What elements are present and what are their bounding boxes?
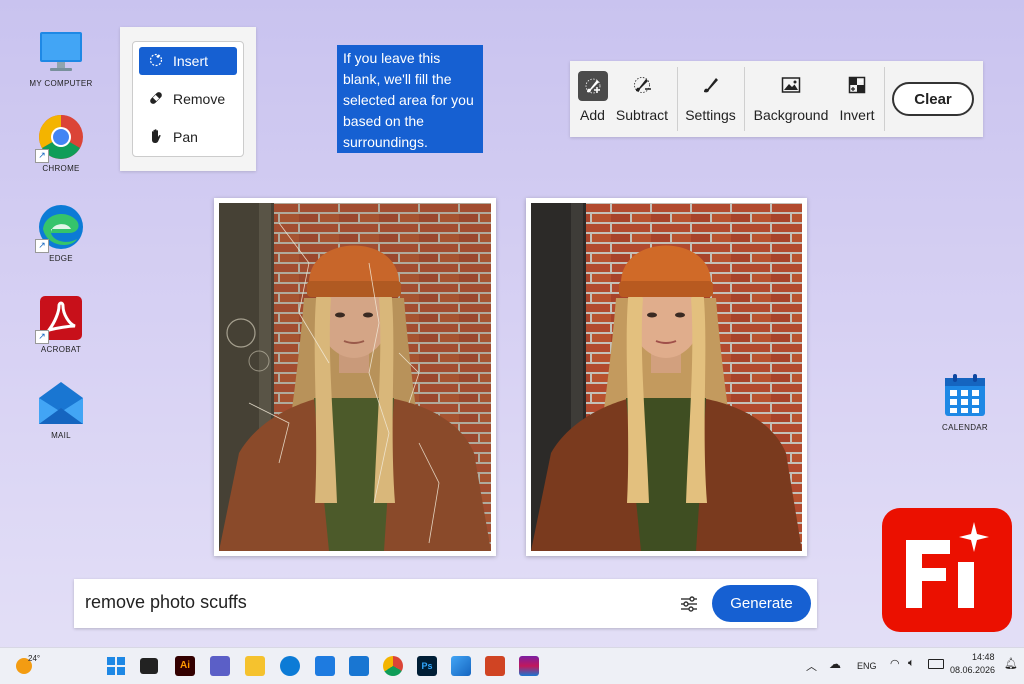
clock-time[interactable]: 14:48 bbox=[972, 652, 995, 662]
edge-icon: ↗ bbox=[35, 203, 85, 253]
teams-icon[interactable] bbox=[210, 656, 230, 676]
toolbar-divider bbox=[677, 67, 678, 131]
volume-icon[interactable]: 🔈︎ bbox=[908, 657, 915, 670]
selection-toolbar: Add Subtract Settings Background Invert … bbox=[570, 61, 983, 137]
invert-selection-button[interactable]: Invert bbox=[836, 71, 878, 123]
desktop-icon-label: MAIL bbox=[51, 431, 71, 440]
tool-label: Remove bbox=[173, 91, 226, 107]
powerpoint-icon[interactable] bbox=[485, 656, 505, 676]
desktop-icon-edge[interactable]: ↗ EDGE bbox=[21, 203, 101, 263]
prompt-input[interactable]: remove photo scuffs bbox=[85, 592, 247, 613]
desktop-icon-my-computer[interactable]: MY COMPUTER bbox=[21, 28, 101, 88]
clear-button[interactable]: Clear bbox=[892, 82, 974, 116]
photos-icon[interactable] bbox=[451, 656, 471, 676]
shortcut-arrow-icon: ↗ bbox=[35, 149, 49, 163]
acrobat-icon: ↗ bbox=[35, 294, 85, 344]
chevron-up-icon[interactable]: ︿ bbox=[806, 658, 817, 674]
brush-plus-icon bbox=[577, 71, 608, 101]
image-icon bbox=[781, 76, 801, 97]
lasso-plus-icon bbox=[147, 53, 165, 70]
desktop-icon-acrobat[interactable]: ↗ ACROBAT bbox=[21, 294, 101, 354]
desktop-icon-label: CALENDAR bbox=[942, 423, 988, 432]
add-selection-button[interactable]: Add bbox=[577, 71, 608, 123]
weather-widget[interactable]: 24° bbox=[16, 654, 46, 678]
desktop-icon-label: ACROBAT bbox=[40, 345, 82, 354]
background-label: Background bbox=[753, 107, 829, 123]
settings-button[interactable]: Settings bbox=[683, 71, 738, 123]
winrar-icon[interactable] bbox=[519, 656, 539, 676]
prompt-bar: remove photo scuffs Generate bbox=[74, 579, 817, 628]
clock-date[interactable]: 08.06.2026 bbox=[950, 665, 995, 675]
mail-icon bbox=[37, 380, 85, 428]
subtract-label: Subtract bbox=[615, 107, 669, 123]
taskbar: 24° Ai Ps ︿ ☁ ENG ◠ 🔈︎ 14:48 08.06.2026 … bbox=[0, 647, 1024, 684]
desktop-icon-label: EDGE bbox=[49, 254, 73, 263]
windows-icon bbox=[107, 657, 125, 675]
invert-label: Invert bbox=[839, 107, 875, 123]
selection-tools-panel: Insert Remove Pan bbox=[120, 27, 256, 171]
file-explorer-icon[interactable] bbox=[245, 656, 265, 676]
sliders-icon[interactable] bbox=[679, 594, 699, 614]
select-background-button[interactable]: Background bbox=[751, 71, 831, 123]
photoshop-icon[interactable]: Ps bbox=[417, 656, 437, 676]
desktop-icon-calendar[interactable]: CALENDAR bbox=[925, 372, 1005, 432]
generate-button[interactable]: Generate bbox=[712, 585, 811, 622]
remove-tool-button[interactable]: Remove bbox=[139, 85, 237, 113]
chrome-taskbar-icon[interactable] bbox=[383, 656, 403, 676]
shortcut-arrow-icon: ↗ bbox=[35, 239, 49, 253]
subtract-selection-button[interactable]: Subtract bbox=[614, 71, 670, 123]
desktop-icon-mail[interactable]: MAIL bbox=[21, 380, 101, 440]
toolbar-divider bbox=[884, 67, 885, 131]
tool-label: Pan bbox=[173, 129, 198, 145]
pan-tool-button[interactable]: Pan bbox=[139, 123, 237, 151]
calendar-icon bbox=[941, 372, 989, 420]
task-view-icon[interactable] bbox=[140, 658, 158, 674]
firefly-logo bbox=[882, 508, 1012, 632]
desktop-icon-label: CHROME bbox=[42, 164, 80, 173]
desktop-icon-chrome[interactable]: ↗ CHROME bbox=[21, 113, 101, 173]
notification-bell-icon[interactable]: 🔔︎ bbox=[1004, 657, 1018, 670]
original-photo[interactable] bbox=[219, 203, 491, 551]
restored-photo-frame bbox=[526, 198, 807, 556]
cloud-sync-icon[interactable]: ☁ bbox=[829, 657, 841, 671]
bandage-icon bbox=[147, 90, 165, 109]
wifi-icon[interactable]: ◠ bbox=[890, 657, 900, 670]
illustrator-icon[interactable]: Ai bbox=[175, 656, 195, 676]
battery-icon[interactable] bbox=[928, 659, 944, 669]
chrome-icon: ↗ bbox=[35, 113, 85, 163]
weather-temp: 24° bbox=[28, 654, 41, 663]
invert-icon bbox=[848, 76, 866, 97]
toolbar-divider bbox=[744, 67, 745, 131]
insert-tool-button[interactable]: Insert bbox=[139, 47, 237, 75]
restored-photo[interactable] bbox=[531, 203, 802, 551]
add-label: Add bbox=[580, 107, 605, 123]
monitor-icon bbox=[37, 28, 85, 76]
mail-taskbar-icon[interactable] bbox=[349, 656, 369, 676]
start-button[interactable] bbox=[106, 656, 126, 676]
settings-label: Settings bbox=[685, 107, 736, 123]
generate-hint-tooltip: If you leave this blank, we'll fill the … bbox=[337, 45, 483, 153]
store-icon[interactable] bbox=[315, 656, 335, 676]
desktop-icon-label: MY COMPUTER bbox=[29, 79, 93, 88]
shortcut-arrow-icon: ↗ bbox=[35, 330, 49, 344]
edge-taskbar-icon[interactable] bbox=[280, 656, 300, 676]
hand-icon bbox=[147, 128, 165, 147]
brush-minus-icon bbox=[632, 75, 652, 98]
tools-list: Insert Remove Pan bbox=[132, 41, 244, 157]
language-indicator[interactable]: ENG bbox=[857, 661, 877, 671]
original-photo-frame bbox=[214, 198, 496, 556]
tool-label: Insert bbox=[173, 53, 209, 69]
brush-icon bbox=[701, 75, 721, 98]
